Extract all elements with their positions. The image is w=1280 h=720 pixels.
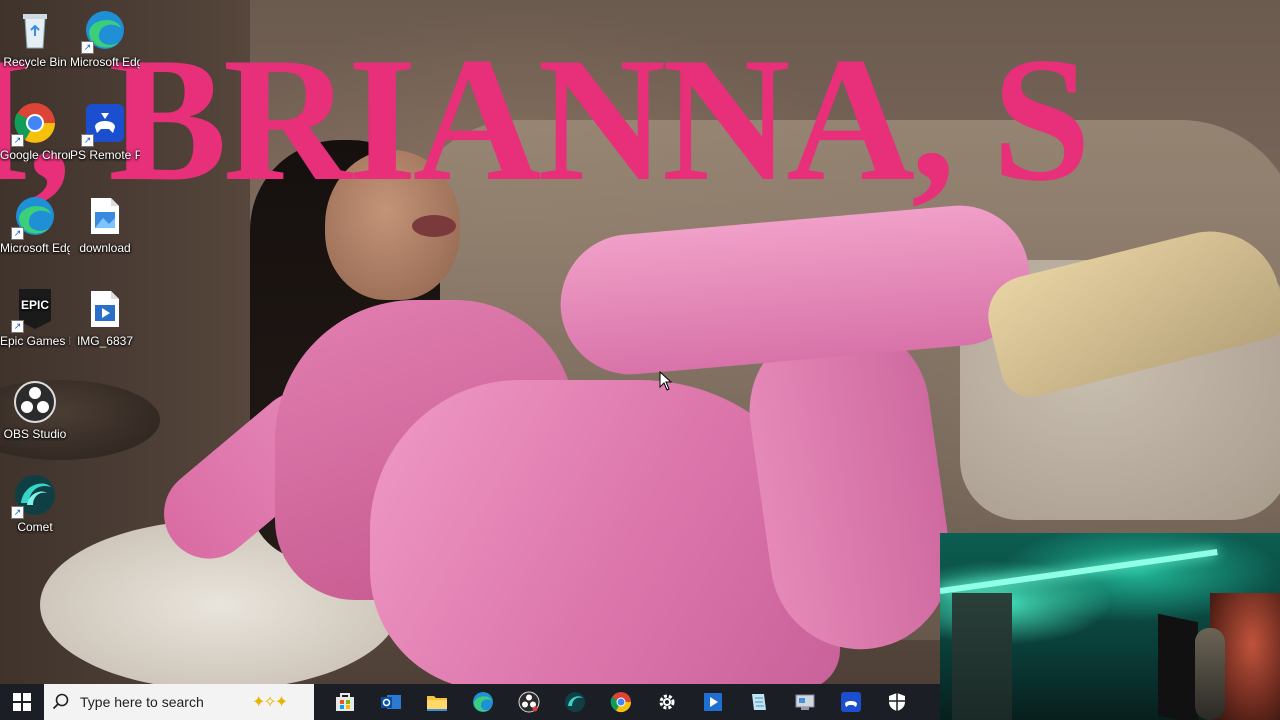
webcam-window xyxy=(952,593,1012,720)
recycle-bin-icon xyxy=(13,8,57,52)
taskbar-control-panel[interactable] xyxy=(782,684,828,720)
desktop-icon-label: Microsoft Edge - Copy xyxy=(0,241,70,255)
webcam-microphone xyxy=(1195,628,1225,720)
taskbar-obs[interactable] xyxy=(506,684,552,720)
desktop-icon-label: PS Remote Play xyxy=(70,148,140,162)
shortcut-arrow-icon: ↗ xyxy=(81,134,94,147)
desktop-icon-label: Google Chrome xyxy=(0,148,70,162)
taskbar: ✦✧✦ xyxy=(0,684,940,720)
search-input[interactable] xyxy=(80,694,248,710)
taskbar-ps-remote-play[interactable] xyxy=(828,684,874,720)
image-file-icon xyxy=(83,194,127,238)
desktop-icon-epic-games-launcher[interactable]: EPIC ↗ Epic Games Launcher xyxy=(0,283,70,369)
ps-remote-play-icon xyxy=(841,692,861,712)
svg-text:EPIC: EPIC xyxy=(21,298,49,312)
wallpaper-headline: I, BRIANNA, S xyxy=(0,20,1091,218)
obs-icon xyxy=(13,380,57,424)
desktop-icon-download[interactable]: download xyxy=(70,190,140,276)
taskbar-settings[interactable] xyxy=(644,684,690,720)
chrome-icon: ↗ xyxy=(11,101,57,147)
taskbar-notepad[interactable] xyxy=(736,684,782,720)
desktop-icon-label: OBS Studio xyxy=(3,427,67,441)
comet-icon: ↗ xyxy=(11,473,57,519)
taskbar-outlook[interactable] xyxy=(368,684,414,720)
edge-icon: ↗ xyxy=(81,8,127,54)
windows-logo-icon xyxy=(13,693,31,711)
desktop-icon-google-chrome[interactable]: ↗ Google Chrome xyxy=(0,97,70,183)
webcam-overlay xyxy=(940,533,1280,720)
taskbar-media-player[interactable] xyxy=(690,684,736,720)
taskbar-search-box[interactable]: ✦✧✦ xyxy=(44,684,314,720)
taskbar-edge[interactable] xyxy=(460,684,506,720)
taskbar-chrome[interactable] xyxy=(598,684,644,720)
desktop-icon-img-6837[interactable]: IMG_6837 xyxy=(70,283,140,369)
control-panel-icon xyxy=(795,694,815,710)
desktop-icon-label: Epic Games Launcher xyxy=(0,334,70,348)
taskbar-store[interactable] xyxy=(322,684,368,720)
webcam-monitor xyxy=(1158,613,1198,720)
edge-icon xyxy=(473,692,493,712)
video-file-icon xyxy=(83,287,127,331)
desktop-icon-obs-studio[interactable]: OBS Studio xyxy=(0,376,70,462)
shortcut-arrow-icon: ↗ xyxy=(11,227,24,240)
desktop-icon-label: download xyxy=(79,241,131,255)
desktop-icon-microsoft-edge-copy[interactable]: ↗ Microsoft Edge - Copy xyxy=(0,190,70,276)
epic-games-icon: EPIC ↗ xyxy=(11,287,57,333)
desktop-icon-label: Comet xyxy=(17,520,53,534)
shortcut-arrow-icon: ↗ xyxy=(81,41,94,54)
search-highlight-icon: ✦✧✦ xyxy=(252,694,288,711)
gear-icon xyxy=(659,694,675,710)
chrome-icon xyxy=(610,692,632,713)
outlook-icon xyxy=(381,695,401,709)
desktop-icon-recycle-bin[interactable]: Recycle Bin xyxy=(0,4,70,90)
desktop-icon-microsoft-edge[interactable]: ↗ Microsoft Edge xyxy=(70,4,140,90)
start-button[interactable] xyxy=(0,684,44,720)
edge-icon: ↗ xyxy=(11,194,57,240)
taskbar-security[interactable] xyxy=(874,684,920,720)
desktop-icon-ps-remote-play[interactable]: ↗ PS Remote Play xyxy=(70,97,140,183)
shortcut-arrow-icon: ↗ xyxy=(11,506,24,519)
shield-icon xyxy=(889,693,905,711)
media-player-icon xyxy=(704,693,722,711)
webcam-led-strip xyxy=(940,549,1218,594)
desktop-icon-label: Microsoft Edge xyxy=(70,55,140,69)
wallpaper-lips xyxy=(412,215,456,237)
taskbar-file-explorer[interactable] xyxy=(414,684,460,720)
taskbar-comet[interactable] xyxy=(552,684,598,720)
notepad-icon xyxy=(752,694,766,710)
search-icon xyxy=(52,693,69,710)
desktop-icon-label: IMG_6837 xyxy=(76,334,134,348)
ps-remote-play-icon: ↗ xyxy=(81,101,127,147)
obs-icon xyxy=(518,691,540,713)
shortcut-arrow-icon: ↗ xyxy=(11,320,24,333)
comet-icon xyxy=(565,692,585,712)
desktop-icon-label: Recycle Bin xyxy=(3,55,67,69)
store-icon xyxy=(336,693,354,711)
desktop-icon-comet[interactable]: ↗ Comet xyxy=(0,469,70,555)
shortcut-arrow-icon: ↗ xyxy=(11,134,24,147)
folder-icon xyxy=(427,696,447,711)
